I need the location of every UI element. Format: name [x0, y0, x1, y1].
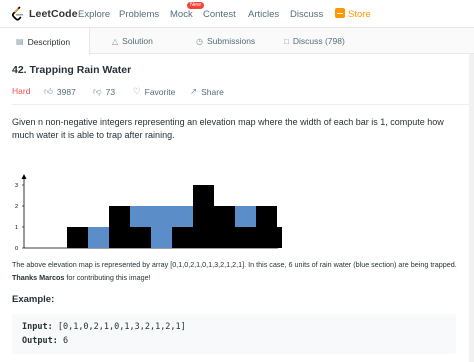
nav-articles[interactable]: Articles	[248, 9, 279, 20]
problem-description: Given n non-negative integers representi…	[12, 117, 444, 140]
example-heading: Example:	[12, 294, 55, 305]
leetcode-logo-icon	[11, 6, 24, 21]
elevation-bar	[256, 206, 277, 248]
y-tick-label: 0	[15, 246, 18, 252]
water-bar	[130, 206, 151, 227]
flask-icon: △	[112, 36, 119, 46]
leetcode-logo[interactable]: LeetCode	[10, 5, 78, 23]
y-axis-arrow	[21, 174, 27, 179]
header-divider	[12, 104, 470, 105]
favorite-button[interactable]: ♡ Favorite	[133, 86, 175, 97]
elevation-bar	[67, 227, 88, 248]
tab-description-label: Description	[27, 36, 71, 47]
share-icon: ↗	[190, 86, 198, 96]
elevation-map-chart: 0 1 2 3	[15, 174, 282, 252]
scrollbar[interactable]	[469, 54, 474, 362]
document-icon: ▤	[16, 37, 24, 46]
tab-submissions-label: Submissions	[206, 36, 256, 46]
like-button[interactable]: 👍︎ 3987	[44, 86, 76, 97]
nav-explore[interactable]: Explore	[78, 9, 110, 20]
top-navbar: LeetCode Explore Problems Mock New Conte…	[0, 0, 474, 28]
elevation-bar	[277, 227, 282, 248]
elevation-bar	[193, 185, 214, 248]
input-label: Input:	[22, 322, 53, 332]
dislike-button[interactable]: 👎︎ 73	[93, 86, 115, 97]
elevation-bar	[172, 227, 193, 248]
heart-icon: ♡	[133, 86, 141, 96]
nav-mock[interactable]: Mock	[170, 9, 193, 20]
elevation-bar	[130, 227, 151, 248]
logo-text: LeetCode	[29, 8, 78, 20]
nav-problems[interactable]: Problems	[119, 9, 159, 20]
water-bar	[235, 206, 256, 227]
difficulty-text: Hard	[12, 86, 31, 96]
problem-title: 42. Trapping Rain Water	[12, 64, 132, 76]
y-tick-label: 3	[15, 183, 18, 189]
elevation-bar	[214, 206, 235, 248]
dislike-count: 73	[105, 86, 116, 97]
caption-text: The above elevation map is represented b…	[12, 260, 457, 269]
tab-discuss-label: Discuss (798)	[292, 36, 345, 46]
caption-tail: for contributing this image!	[64, 273, 151, 282]
y-tick-label: 2	[15, 204, 18, 210]
water-bar	[151, 206, 172, 248]
chat-icon: □	[284, 36, 289, 46]
y-tick-label: 1	[15, 225, 18, 231]
nav-discuss[interactable]: Discuss	[290, 9, 323, 20]
output-label: Output:	[22, 336, 58, 346]
elevation-bar	[109, 206, 130, 248]
water-bar	[172, 206, 193, 227]
favorite-label: Favorite	[144, 86, 176, 97]
example-code-block: Input: [0,1,0,2,1,0,1,3,2,1,2,1] Output:…	[12, 314, 456, 354]
thumbs-down-icon: 👎︎	[93, 86, 102, 96]
share-label: Share	[201, 86, 224, 97]
input-value: [0,1,0,2,1,0,1,3,2,1,2,1]	[57, 322, 186, 332]
tab-discuss[interactable]: □ Discuss (798)	[284, 28, 345, 54]
nav-store[interactable]: Store	[348, 9, 371, 20]
tab-description[interactable]: ▤ Description	[0, 28, 90, 55]
tab-solution[interactable]: △ Solution	[112, 28, 153, 54]
chart-caption: The above elevation map is represented b…	[12, 258, 468, 284]
nav-contest[interactable]: Contest	[203, 9, 236, 20]
caption-credit: Thanks Marcos	[12, 273, 65, 282]
tab-submissions[interactable]: ◷ Submissions	[196, 28, 255, 54]
tab-solution-label: Solution	[122, 36, 153, 46]
clock-icon: ◷	[196, 36, 203, 46]
like-count: 3987	[56, 86, 76, 97]
example-input-line: Input: [0,1,0,2,1,0,1,3,2,1,2,1]	[22, 322, 186, 332]
water-bar	[88, 227, 109, 248]
elevation-bar	[235, 227, 256, 248]
thumbs-up-icon: 👍︎	[44, 86, 53, 96]
output-value: 6	[62, 336, 69, 346]
store-icon	[335, 8, 345, 18]
new-badge: New	[187, 2, 205, 9]
share-button[interactable]: ↗ Share	[190, 86, 224, 97]
problem-tabs: ▤ Description △ Solution ◷ Submissions □…	[0, 28, 474, 55]
difficulty-label: Hard	[12, 86, 30, 96]
example-output-line: Output: 6	[22, 336, 68, 346]
